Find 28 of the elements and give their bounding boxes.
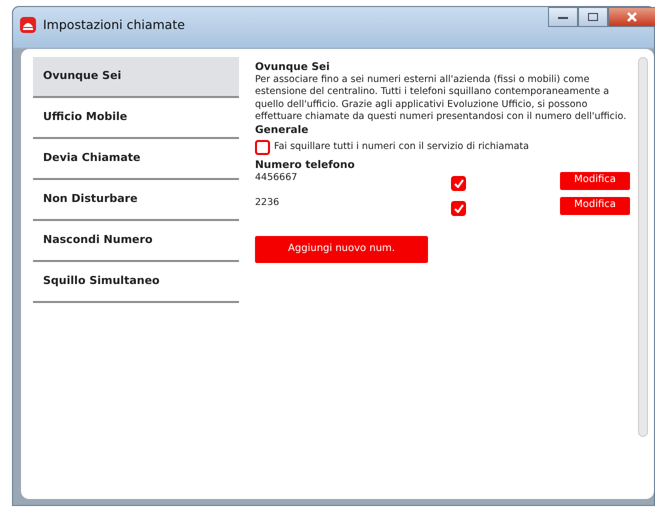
checkbox[interactable] — [451, 176, 466, 190]
sidebar-item[interactable]: Squillo Simultaneo — [33, 262, 239, 303]
edit-button[interactable]: Modifica — [560, 172, 630, 190]
checkbox[interactable] — [451, 200, 466, 216]
maximize-button[interactable] — [578, 7, 608, 27]
sidebar-item[interactable]: Ufficio Mobile — [33, 98, 239, 139]
close-button[interactable] — [608, 7, 655, 27]
app-icon — [19, 16, 37, 34]
phone-number: 4456667 — [255, 172, 298, 184]
section-heading: Generale — [255, 124, 310, 136]
minimize-icon — [557, 14, 569, 20]
option-label: Fai squillare tutti i numeri con il servizio di richiamata — [274, 141, 529, 154]
sidebar-item[interactable]: Ovunque Sei — [33, 57, 239, 98]
sidebar-item[interactable]: Non Disturbare — [33, 180, 239, 221]
maximize-icon — [587, 12, 599, 22]
checkbox[interactable] — [255, 140, 270, 155]
scrollbar[interactable] — [638, 57, 648, 437]
phone-number: 2236 — [255, 196, 280, 209]
edit-button[interactable]: Modifica — [560, 196, 630, 214]
sidebar-item[interactable]: Nascondi Numero — [33, 221, 239, 262]
window-title: Impostazioni chiamate — [43, 16, 185, 34]
section-title: Ovunque Sei — [255, 61, 331, 74]
add-number-button[interactable]: Aggiungi nuovo num. — [255, 236, 428, 262]
sidebar-item[interactable]: Devia Chiamate — [33, 139, 239, 180]
minimize-button[interactable] — [548, 7, 578, 27]
close-icon — [626, 11, 638, 23]
column-heading: Numero telefono — [255, 159, 356, 172]
description-text: Per associare fino a sei numeri esterni all'azienda (fissi o mobili) come estensione del centralino. Tutti i telefoni squillano contemporaneamente a quello dell'ufficio. Grazie agli applicativi Evoluzione Ufficio, si possono effettuare chiamate da questi numeri presentandosi con il numero dell'ufficio. — [255, 74, 628, 124]
